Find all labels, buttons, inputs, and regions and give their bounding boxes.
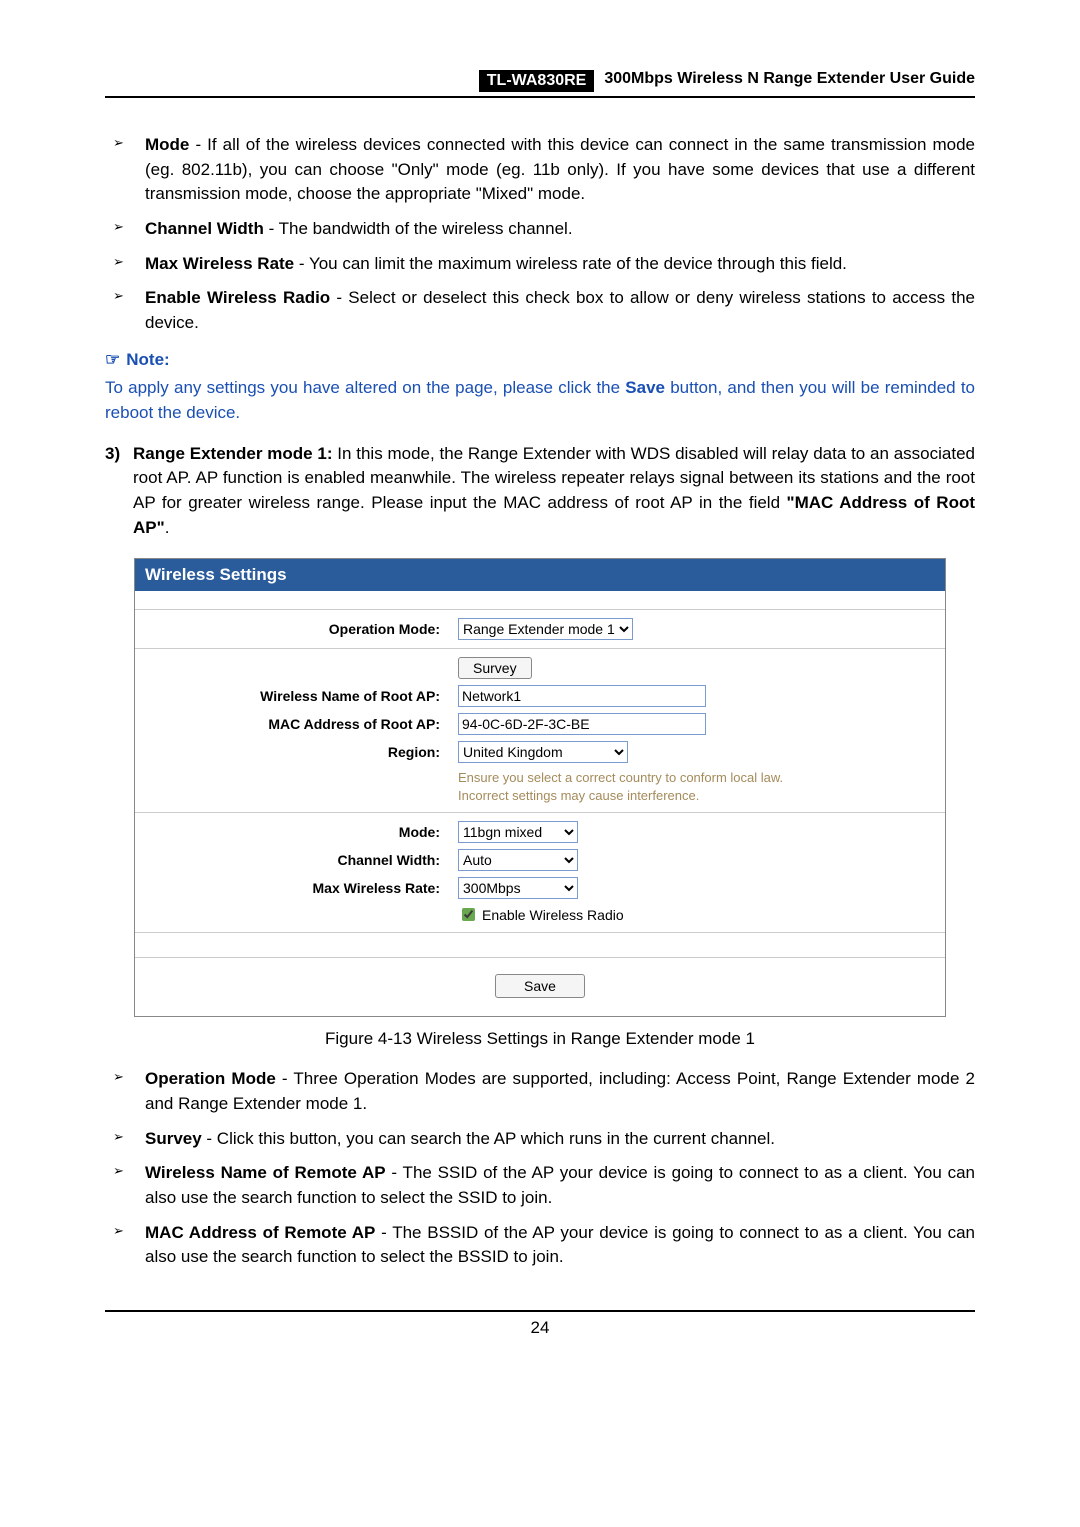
- bullet-max-rate: Max Wireless Rate - You can limit the ma…: [105, 252, 975, 277]
- label-wireless-name-root: Wireless Name of Root AP:: [135, 688, 458, 704]
- mode-select[interactable]: 11bgn mixed: [458, 821, 578, 843]
- label-channel-width: Channel Width:: [135, 852, 458, 868]
- model-badge: TL-WA830RE: [479, 70, 595, 92]
- bottom-bullet-list: Operation Mode - Three Operation Modes a…: [105, 1067, 975, 1269]
- figure-caption: Figure 4-13 Wireless Settings in Range E…: [105, 1029, 975, 1049]
- note-body: To apply any settings you have altered o…: [105, 376, 975, 425]
- hand-icon: ☞: [105, 350, 120, 369]
- label-mac-root: MAC Address of Root AP:: [135, 716, 458, 732]
- bullet-mode: Mode - If all of the wireless devices co…: [105, 133, 975, 207]
- guide-title: 300Mbps Wireless N Range Extender User G…: [604, 70, 975, 92]
- bullet-enable-radio: Enable Wireless Radio - Select or desele…: [105, 286, 975, 335]
- bullet-survey: Survey - Click this button, you can sear…: [105, 1127, 975, 1152]
- wireless-settings-panel: Wireless Settings Operation Mode: Range …: [134, 558, 946, 1017]
- enable-radio-label: Enable Wireless Radio: [482, 907, 624, 923]
- page-number: 24: [531, 1318, 550, 1337]
- page-footer: 24: [105, 1310, 975, 1338]
- label-region: Region:: [135, 744, 458, 760]
- label-max-rate: Max Wireless Rate:: [135, 880, 458, 896]
- max-rate-select[interactable]: 300Mbps: [458, 877, 578, 899]
- mac-root-input[interactable]: [458, 713, 706, 735]
- header-bar: TL-WA830RE 300Mbps Wireless N Range Exte…: [105, 70, 975, 98]
- region-hint-2: Incorrect settings may cause interferenc…: [458, 787, 945, 805]
- bullet-mac-remote: MAC Address of Remote AP - The BSSID of …: [105, 1221, 975, 1270]
- enable-radio-row[interactable]: Enable Wireless Radio: [458, 905, 945, 924]
- region-hint-1: Ensure you select a correct country to c…: [458, 769, 945, 787]
- note-heading: ☞Note:: [105, 350, 975, 370]
- survey-button[interactable]: Survey: [458, 657, 532, 679]
- bullet-operation-mode: Operation Mode - Three Operation Modes a…: [105, 1067, 975, 1116]
- bullet-channel-width: Channel Width - The bandwidth of the wir…: [105, 217, 975, 242]
- label-operation-mode: Operation Mode:: [135, 621, 458, 637]
- operation-mode-select[interactable]: Range Extender mode 1: [458, 618, 633, 640]
- bullet-wireless-name-remote: Wireless Name of Remote AP - The SSID of…: [105, 1161, 975, 1210]
- channel-width-select[interactable]: Auto: [458, 849, 578, 871]
- panel-title: Wireless Settings: [135, 559, 945, 591]
- enable-radio-checkbox[interactable]: [462, 908, 475, 921]
- save-button[interactable]: Save: [495, 974, 585, 998]
- wireless-name-root-input[interactable]: [458, 685, 706, 707]
- step-3: 3) Range Extender mode 1: In this mode, …: [105, 442, 975, 541]
- label-mode: Mode:: [135, 824, 458, 840]
- region-select[interactable]: United Kingdom: [458, 741, 628, 763]
- top-bullet-list: Mode - If all of the wireless devices co…: [105, 133, 975, 335]
